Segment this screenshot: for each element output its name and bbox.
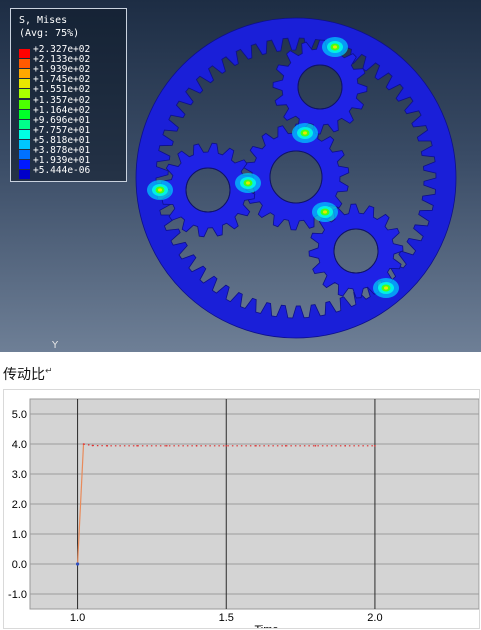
y-tick-label: 2.0	[12, 499, 27, 511]
data-point	[91, 444, 94, 447]
legend-swatch	[19, 89, 30, 99]
data-point	[165, 445, 168, 447]
paragraph-mark-icon: ↵	[45, 366, 53, 377]
x-tick-label: 1.5	[219, 612, 234, 624]
stress-hotspot	[147, 180, 173, 200]
y-tick-label: 1.0	[12, 529, 27, 541]
data-point	[195, 445, 198, 447]
fea-viewport: S, Mises (Avg: 75%) +2.327e+02 +2.133e+02…	[0, 0, 481, 352]
legend-swatch	[19, 49, 30, 58]
y-tick-label: 0.0	[12, 559, 27, 571]
legend-swatch	[19, 170, 30, 180]
legend-swatch	[19, 119, 30, 129]
stress-hotspot	[312, 202, 338, 222]
y-tick-label: 3.0	[12, 469, 27, 481]
data-point	[106, 445, 109, 447]
legend-swatch	[19, 59, 30, 69]
x-tick-label: 1.0	[70, 612, 85, 624]
planet-gear-bottom-bore	[333, 228, 379, 274]
legend-value: +1.551e+02	[33, 84, 91, 96]
data-point	[136, 445, 138, 447]
section-caption: 传动比↵	[3, 364, 53, 384]
legend-value: +5.444e-06	[33, 165, 91, 177]
sun-gear-bore	[269, 150, 323, 204]
data-point	[344, 445, 346, 447]
planet-gear-top-bore	[297, 64, 343, 110]
stress-hotspot	[292, 123, 318, 143]
stress-hotspot	[373, 278, 399, 298]
legend-swatch	[19, 109, 30, 119]
legend-swatch	[19, 129, 30, 139]
chart-svg: -1.0 0.0 1.0 2.0 3.0 4.0 5.0 1.0 1.5 2.0 Time	[8, 398, 479, 628]
planet-gear-left-bore	[185, 167, 231, 213]
data-point	[284, 445, 287, 447]
legend-swatch	[19, 139, 30, 149]
x-axis-label: Time	[254, 624, 278, 628]
legend-swatch	[19, 69, 30, 79]
transmission-ratio-chart: -1.0 0.0 1.0 2.0 3.0 4.0 5.0 1.0 1.5 2.0 Time	[3, 389, 480, 629]
data-point	[255, 445, 257, 447]
data-point	[82, 443, 85, 445]
data-point	[225, 445, 228, 447]
data-point	[75, 562, 80, 566]
x-tick-label: 2.0	[367, 612, 382, 624]
data-point	[314, 445, 317, 447]
legend-swatch	[19, 160, 30, 170]
legend-value: +1.357e+02	[33, 94, 91, 106]
y-tick-label: 4.0	[12, 439, 27, 451]
legend-swatch	[19, 150, 30, 159]
y-tick-label: 5.0	[12, 409, 27, 421]
legend-title: S, Mises	[19, 15, 68, 26]
planet-gear-top	[272, 39, 368, 135]
legend-swatch	[19, 99, 30, 109]
stress-hotspot	[235, 173, 261, 193]
stress-hotspot	[322, 37, 348, 57]
axis-triad-label: Y	[52, 340, 59, 351]
stress-legend: S, Mises (Avg: 75%) +2.327e+02 +2.133e+02…	[10, 8, 127, 182]
legend-subtitle: (Avg: 75%)	[19, 28, 80, 39]
caption-text: 传动比	[3, 367, 45, 383]
data-point	[374, 445, 376, 447]
y-tick-label: -1.0	[8, 589, 27, 601]
legend-swatch	[19, 79, 30, 89]
